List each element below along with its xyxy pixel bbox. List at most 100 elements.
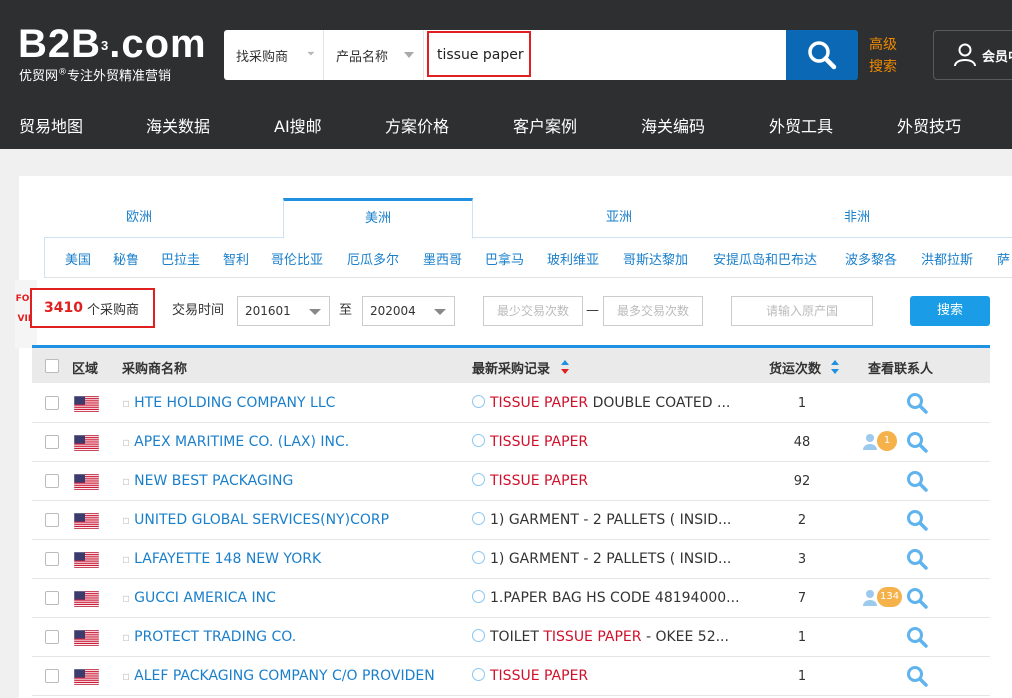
view-contacts-search-icon[interactable] — [906, 548, 928, 570]
buyer-name: GUCCI AMERICA INC — [134, 590, 276, 606]
chat-icon: ▫ — [122, 630, 131, 644]
country-paraguay[interactable]: 巴拉圭 — [161, 249, 200, 268]
record-highlight: TISSUE PAPER — [490, 473, 589, 489]
country-antigua[interactable]: 安提瓜岛和巴布达 — [713, 249, 817, 268]
view-contacts-search-icon[interactable] — [906, 431, 928, 453]
max-trades-input[interactable]: 最多交易次数 — [603, 296, 703, 326]
filter-search-button[interactable]: 搜索 — [910, 296, 990, 326]
latest-record[interactable]: TISSUE PAPER — [472, 434, 742, 450]
row-checkbox[interactable] — [45, 435, 59, 449]
date-to-select[interactable]: 202004 — [362, 296, 455, 326]
buyer-name: ALEF PACKAGING COMPANY C/O PROVIDEN — [134, 668, 435, 684]
sort-icon[interactable] — [560, 359, 570, 375]
buyer-name-link[interactable]: ▫ PROTECT TRADING CO. — [122, 629, 296, 645]
chat-icon: ▫ — [122, 474, 131, 488]
country-more[interactable]: 萨 — [997, 249, 1010, 268]
view-contacts-search-icon[interactable] — [906, 470, 928, 492]
buyer-name-link[interactable]: ▫ GUCCI AMERICA INC — [122, 590, 276, 606]
view-contacts-search-icon[interactable] — [906, 587, 928, 609]
tab-africa[interactable]: 非洲 — [762, 198, 952, 238]
country-peru[interactable]: 秘鲁 — [113, 249, 139, 268]
shipment-count: 92 — [793, 474, 811, 489]
country-ecuador[interactable]: 厄瓜多尔 — [347, 249, 399, 268]
date-from-select[interactable]: 201601 — [237, 296, 330, 326]
latest-record[interactable]: 1.PAPER BAG HS CODE 48194000... — [472, 590, 742, 606]
tagline-brand: 优贸网 — [19, 69, 59, 84]
latest-record[interactable]: 1) GARMENT - 2 PALLETS ( INSID... — [472, 512, 742, 528]
registered-mark: ® — [58, 67, 68, 78]
contact-count-badge: 1 — [877, 431, 897, 451]
latest-record[interactable]: TOILET TISSUE PAPER - OKEE 52... — [472, 629, 742, 645]
col-shipments[interactable]: 货运次数 — [769, 358, 821, 377]
view-contacts-search-icon[interactable] — [906, 665, 928, 687]
table-row: ▫ LAFAYETTE 148 NEW YORK 1) GARMENT - 2 PA… — [32, 540, 990, 579]
row-checkbox[interactable] — [45, 630, 59, 644]
latest-record[interactable]: 1) GARMENT - 2 PALLETS ( INSID... — [472, 551, 742, 567]
search-button[interactable] — [786, 30, 858, 80]
buyer-name-link[interactable]: ▫ ALEF PACKAGING COMPANY C/O PROVIDEN — [122, 668, 435, 684]
record-highlight: TISSUE PAPER — [490, 434, 589, 450]
search-type-select[interactable]: 找采购商 — [224, 30, 324, 80]
origin-country-input[interactable]: 请输入原产国 — [731, 296, 873, 326]
country-honduras[interactable]: 洪都拉斯 — [921, 249, 973, 268]
triangle-icon — [304, 45, 315, 56]
member-center-button[interactable]: 会员中 — [933, 30, 1012, 80]
buyer-name-link[interactable]: ▫ APEX MARITIME CO. (LAX) INC. — [122, 434, 349, 450]
country-usa[interactable]: 美国 — [65, 249, 91, 268]
select-all-checkbox[interactable] — [45, 359, 59, 373]
row-checkbox[interactable] — [45, 513, 59, 527]
view-contacts-search-icon[interactable] — [906, 626, 928, 648]
nav-item-pricing[interactable]: 方案价格 — [385, 113, 449, 137]
row-checkbox[interactable] — [45, 591, 59, 605]
country-panama[interactable]: 巴拿马 — [485, 249, 524, 268]
row-checkbox[interactable] — [45, 474, 59, 488]
tab-europe[interactable]: 欧洲 — [44, 198, 234, 238]
country-puerto-rico[interactable]: 波多黎各 — [845, 249, 897, 268]
latest-record[interactable]: TISSUE PAPER DOUBLE COATED ... — [472, 395, 742, 411]
view-contacts-search-icon[interactable] — [906, 509, 928, 531]
buyer-name-link[interactable]: ▫ HTE HOLDING COMPANY LLC — [122, 395, 335, 411]
search-input[interactable]: tissue paper — [427, 31, 531, 77]
row-checkbox[interactable] — [45, 552, 59, 566]
nav-item-ai-email[interactable]: AI搜邮 — [274, 113, 322, 137]
advanced-search-link[interactable]: 高级 搜索 — [869, 34, 897, 78]
country-chile[interactable]: 智利 — [223, 249, 249, 268]
nav-item-tips[interactable]: 外贸技巧 — [897, 113, 961, 137]
top-header: B2B3.com 优贸网®专注外贸精准营销 找采购商 产品名称 tissue p… — [0, 0, 1012, 149]
chevron-down-icon — [404, 52, 414, 58]
country-bolivia[interactable]: 玻利维亚 — [547, 249, 599, 268]
chevron-down-icon — [434, 309, 446, 315]
clock-icon — [472, 434, 485, 447]
nav-item-cases[interactable]: 客户案例 — [513, 113, 577, 137]
nav-item-trade-map[interactable]: 贸易地图 — [19, 113, 83, 137]
buyer-name-link[interactable]: ▫ UNITED GLOBAL SERVICES(NY)CORP — [122, 512, 389, 528]
site-logo[interactable]: B2B3.com — [18, 24, 207, 64]
logo-superscript: 3 — [101, 38, 110, 53]
clock-icon — [472, 668, 485, 681]
us-flag-icon — [73, 473, 100, 491]
view-contacts-search-icon[interactable] — [906, 392, 928, 414]
tab-americas[interactable]: 美洲 — [283, 198, 473, 239]
search-field-select[interactable]: 产品名称 — [324, 30, 424, 80]
sort-icon[interactable] — [830, 359, 840, 375]
nav-item-customs-data[interactable]: 海关数据 — [146, 113, 210, 137]
min-trades-input[interactable]: 最少交易次数 — [483, 296, 583, 326]
country-mexico[interactable]: 墨西哥 — [423, 249, 462, 268]
country-costa-rica[interactable]: 哥斯达黎加 — [623, 249, 688, 268]
latest-record[interactable]: TISSUE PAPER — [472, 668, 742, 684]
logo-suffix: .com — [109, 22, 207, 66]
tab-asia[interactable]: 亚洲 — [524, 198, 714, 238]
row-checkbox[interactable] — [45, 396, 59, 410]
us-flag-icon — [73, 668, 100, 686]
country-colombia[interactable]: 哥伦比亚 — [271, 249, 323, 268]
col-latest-record[interactable]: 最新采购记录 — [472, 358, 550, 377]
latest-record[interactable]: TISSUE PAPER — [472, 473, 742, 489]
row-checkbox[interactable] — [45, 669, 59, 683]
clock-icon — [472, 473, 485, 486]
tagline-text: 专注外贸精准营销 — [67, 69, 172, 84]
buyer-name-link[interactable]: ▫ LAFAYETTE 148 NEW YORK — [122, 551, 321, 567]
buyer-name-link[interactable]: ▫ NEW BEST PACKAGING — [122, 473, 293, 489]
nav-item-hs-code[interactable]: 海关编码 — [641, 113, 705, 137]
nav-item-tools[interactable]: 外贸工具 — [769, 113, 833, 137]
table-row: ▫ NEW BEST PACKAGING TISSUE PAPER 92 — [32, 462, 990, 501]
